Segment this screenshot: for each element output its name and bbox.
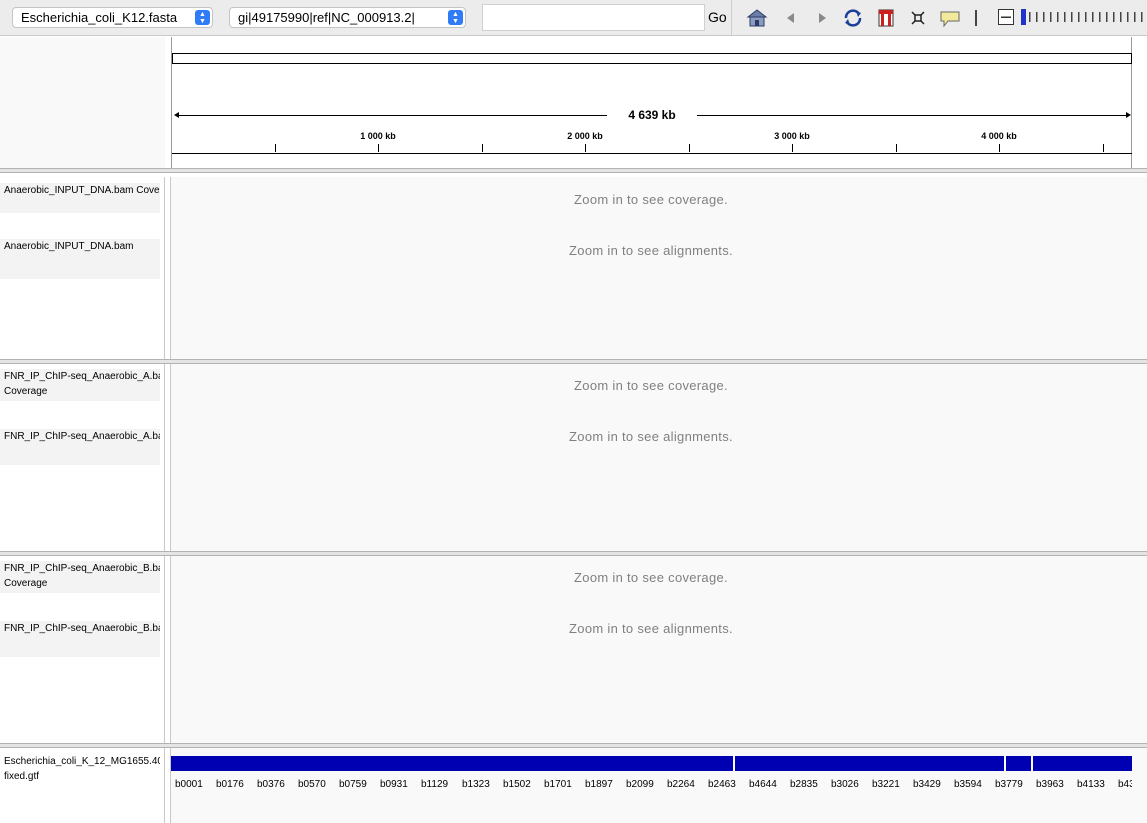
gene-label[interactable]: b0570 — [298, 779, 326, 790]
track-name-alignments[interactable]: Anaerobic_INPUT_DNA.bam — [0, 239, 160, 279]
zoom-slider[interactable] — [998, 8, 1147, 27]
ruler-tick — [896, 144, 897, 152]
track-name-panel: FNR_IP_ChIP-seq_Anaerobic_A.bam Coverage… — [0, 364, 165, 551]
gene-label[interactable]: b3594 — [954, 779, 982, 790]
ruler-tick — [585, 144, 586, 152]
gene-label[interactable]: b1323 — [462, 779, 490, 790]
span-arrow-left-icon — [174, 112, 179, 118]
gene-feature-block[interactable] — [171, 756, 733, 771]
gene-label[interactable]: b0931 — [380, 779, 408, 790]
fit-window-icon[interactable] — [907, 7, 929, 29]
gene-feature-block[interactable] — [1006, 756, 1031, 771]
ruler-tick-label: 2 000 kb — [567, 131, 603, 141]
track-data-area[interactable]: Zoom in to see coverage. Zoom in to see … — [171, 364, 1147, 551]
gene-label[interactable]: b3026 — [831, 779, 859, 790]
track-name-coverage[interactable]: FNR_IP_ChIP-seq_Anaerobic_B.bam Coverage — [0, 561, 160, 593]
chevron-updown-icon: ▲ ▼ — [448, 10, 463, 25]
gene-label[interactable]: b2099 — [626, 779, 654, 790]
zoom-out-icon[interactable] — [998, 9, 1014, 25]
data-panel: Anaerobic_INPUT_DNA.bam Coverage Anaerob… — [0, 177, 1147, 359]
gene-label[interactable]: b1701 — [544, 779, 572, 790]
locus-search-input[interactable] — [482, 4, 705, 31]
track-name-alignments[interactable]: FNR_IP_ChIP-seq_Anaerobic_A.bam — [0, 429, 160, 465]
header-name-panel — [0, 37, 165, 168]
coverage-message: Zoom in to see coverage. — [574, 570, 728, 585]
gene-label[interactable]: b2463 — [708, 779, 736, 790]
data-panel: FNR_IP_ChIP-seq_Anaerobic_B.bam Coverage… — [0, 556, 1147, 743]
gene-label[interactable]: b0376 — [257, 779, 285, 790]
alignments-message: Zoom in to see alignments. — [569, 621, 733, 636]
coverage-message: Zoom in to see coverage. — [574, 192, 728, 207]
track-name-panel: FNR_IP_ChIP-seq_Anaerobic_B.bam Coverage… — [0, 556, 165, 743]
go-button[interactable]: Go — [708, 9, 727, 25]
header-panel: 4 639 kb 1 000 kb 2 000 kb 3 000 kb 4 00… — [0, 37, 1147, 168]
feature-panel: Escherichia_coli_K_12_MG1655.40 fixed.gt… — [0, 748, 1147, 823]
toolbar: Escherichia_coli_K12.fasta ▲ ▼ gi|4917599… — [0, 0, 1147, 36]
ruler-tick — [792, 144, 793, 152]
gene-label[interactable]: b1129 — [421, 779, 448, 790]
ruler-tick-label: 4 000 kb — [981, 131, 1017, 141]
track-data-area[interactable]: Zoom in to see coverage. Zoom in to see … — [171, 556, 1147, 743]
span-arrow-right-icon — [1126, 112, 1131, 118]
gene-label[interactable]: b0001 — [175, 779, 203, 790]
forward-icon[interactable] — [811, 7, 833, 29]
gene-label[interactable]: b4327 — [1118, 779, 1132, 790]
gene-label[interactable]: b4133 — [1077, 779, 1105, 790]
track-name-coverage[interactable]: Anaerobic_INPUT_DNA.bam Coverage — [0, 183, 160, 213]
refresh-icon[interactable] — [842, 7, 864, 29]
span-label: 4 639 kb — [607, 108, 697, 122]
gene-label[interactable]: b3429 — [913, 779, 941, 790]
alignments-message: Zoom in to see alignments. — [569, 429, 733, 444]
gene-label[interactable]: b2264 — [667, 779, 695, 790]
ruler-tick — [378, 144, 379, 152]
ruler-tick — [689, 144, 690, 152]
ruler-tick — [1103, 144, 1104, 152]
track-name-features[interactable]: Escherichia_coli_K_12_MG1655.40 fixed.gt… — [0, 754, 160, 788]
track-data-area[interactable]: Zoom in to see coverage. Zoom in to see … — [171, 177, 1147, 359]
genome-dropdown[interactable]: Escherichia_coli_K12.fasta ▲ ▼ — [12, 7, 213, 28]
gene-label[interactable]: b3779 — [995, 779, 1023, 790]
ruler-tick-label: 1 000 kb — [360, 131, 396, 141]
gene-label[interactable]: b0176 — [216, 779, 244, 790]
gene-label[interactable]: b1897 — [585, 779, 613, 790]
ruler-tick-label: 3 000 kb — [774, 131, 810, 141]
toolbar-separator-bar — [972, 7, 980, 29]
gene-label[interactable]: b1502 — [503, 779, 531, 790]
zoom-slider-thumb[interactable] — [1021, 9, 1026, 25]
feature-track-data[interactable]: b0001 b0176 b0376 b0570 b0759 b0931 b1129 b1323… — [171, 748, 1132, 823]
ruler-tick — [482, 144, 483, 152]
track-name-alignments[interactable]: FNR_IP_ChIP-seq_Anaerobic_B.bam — [0, 621, 160, 657]
popup-info-icon[interactable] — [939, 7, 961, 29]
ruler-panel[interactable]: 4 639 kb 1 000 kb 2 000 kb 3 000 kb 4 00… — [171, 37, 1132, 168]
ruler-tick — [999, 144, 1000, 152]
data-panel: FNR_IP_ChIP-seq_Anaerobic_A.bam Coverage… — [0, 364, 1147, 551]
toolbar-separator — [731, 0, 732, 36]
ruler-tick — [275, 144, 276, 152]
track-name-panel: Anaerobic_INPUT_DNA.bam Coverage Anaerob… — [0, 177, 165, 359]
chromosome-ideogram[interactable] — [172, 53, 1132, 64]
region-of-interest-icon[interactable] — [875, 7, 897, 29]
home-icon[interactable] — [746, 7, 768, 29]
track-name-coverage[interactable]: FNR_IP_ChIP-seq_Anaerobic_A.bam Coverage — [0, 369, 160, 401]
alignments-message: Zoom in to see alignments. — [569, 243, 733, 258]
chromosome-dropdown-value: gi|49175990|ref|NC_000913.2| — [238, 10, 415, 25]
genome-dropdown-value: Escherichia_coli_K12.fasta — [21, 10, 178, 25]
feature-track-name-line1: Escherichia_coli_K_12_MG1655.40 — [4, 756, 160, 767]
gene-label[interactable]: b3221 — [872, 779, 900, 790]
panel-divider[interactable] — [0, 168, 1147, 173]
gene-feature-block[interactable] — [1033, 756, 1132, 771]
gene-feature-block[interactable] — [735, 756, 1004, 771]
zoom-slider-ticks — [1029, 12, 1143, 22]
gene-label[interactable]: b3963 — [1036, 779, 1064, 790]
chevron-updown-icon: ▲ ▼ — [195, 10, 210, 25]
ruler-baseline — [172, 153, 1132, 154]
coverage-message: Zoom in to see coverage. — [574, 378, 728, 393]
chromosome-dropdown[interactable]: gi|49175990|ref|NC_000913.2| ▲ ▼ — [229, 7, 466, 28]
gene-label[interactable]: b4644 — [749, 779, 777, 790]
back-icon[interactable] — [780, 7, 802, 29]
track-name-panel: Escherichia_coli_K_12_MG1655.40 fixed.gt… — [0, 748, 165, 823]
gene-label[interactable]: b0759 — [339, 779, 367, 790]
gene-label[interactable]: b2835 — [790, 779, 818, 790]
feature-track-name-line2: fixed.gtf — [4, 771, 40, 782]
